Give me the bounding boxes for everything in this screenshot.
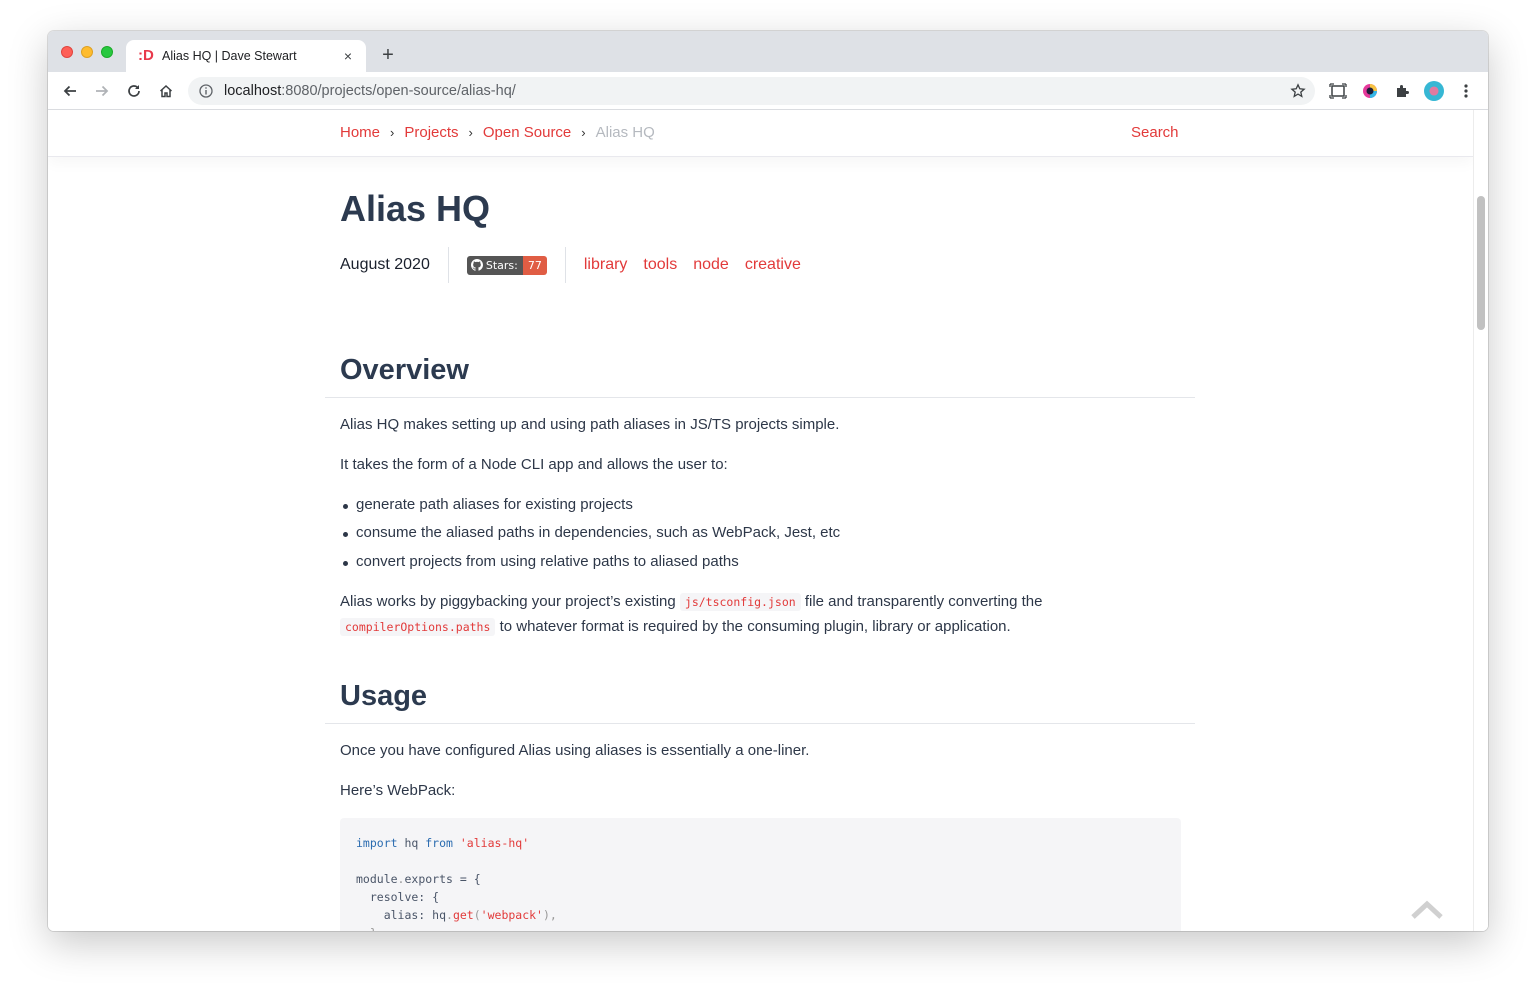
profile-avatar-icon[interactable] <box>1424 81 1444 101</box>
browser-tab[interactable]: :D Alias HQ | Dave Stewart × <box>126 40 366 72</box>
divider <box>325 397 1195 398</box>
list-item: convert projects from using relative pat… <box>343 553 739 570</box>
paragraph: compilerOptions.paths to whatever format… <box>340 618 1011 636</box>
paragraph: Alias HQ makes setting up and using path… <box>340 416 840 433</box>
code-block: import hq from 'alias-hq' module.exports… <box>340 818 1181 931</box>
badge-label: Stars: <box>466 255 523 275</box>
browser-menu-icon[interactable] <box>1456 81 1476 101</box>
tag-link[interactable]: library <box>584 256 628 274</box>
chevron-right-icon: › <box>581 125 586 140</box>
browser-toolbar: localhost:8080/projects/open-source/alia… <box>48 72 1488 110</box>
inline-code: js/tsconfig.json <box>679 593 801 611</box>
site-info-icon[interactable] <box>198 83 214 99</box>
maximize-window-button[interactable] <box>101 46 113 58</box>
overview-heading: Overview <box>340 354 469 386</box>
search-link[interactable]: Search <box>1131 124 1179 141</box>
inline-code: compilerOptions.paths <box>340 618 496 636</box>
chevron-right-icon: › <box>390 125 395 140</box>
breadcrumb-projects[interactable]: Projects <box>404 124 458 141</box>
chevron-right-icon: › <box>468 125 473 140</box>
badge-count: 77 <box>522 255 547 275</box>
github-icon <box>470 259 483 271</box>
paragraph: Once you have configured Alias using ali… <box>340 742 810 759</box>
home-icon[interactable] <box>156 81 176 101</box>
bookmark-star-icon[interactable] <box>1290 83 1306 99</box>
paragraph: It takes the form of a Node CLI app and … <box>340 456 728 473</box>
tab-title: Alias HQ | Dave Stewart <box>162 49 297 63</box>
tag-list: library tools node creative <box>566 256 801 274</box>
color-extension-icon[interactable] <box>1360 81 1380 101</box>
breadcrumb-home[interactable]: Home <box>340 124 380 141</box>
new-tab-button[interactable]: + <box>378 45 398 65</box>
site-favicon-icon: :D <box>138 47 154 64</box>
minimize-window-button[interactable] <box>81 46 93 58</box>
page-title: Alias HQ <box>340 188 491 229</box>
close-window-button[interactable] <box>61 46 73 58</box>
breadcrumb: Home › Projects › Open Source › Alias HQ <box>340 124 655 141</box>
reload-icon[interactable] <box>124 81 144 101</box>
tag-link[interactable]: tools <box>643 256 677 274</box>
github-stars-badge[interactable]: Stars: 77 <box>449 247 566 283</box>
extensions-puzzle-icon[interactable] <box>1392 81 1412 101</box>
tab-close-icon[interactable]: × <box>340 48 356 64</box>
breadcrumb-open-source[interactable]: Open Source <box>483 124 571 141</box>
scrollbar-thumb[interactable] <box>1477 196 1485 330</box>
address-bar[interactable]: localhost:8080/projects/open-source/alia… <box>188 77 1315 105</box>
tag-link[interactable]: node <box>693 256 729 274</box>
page-scrollbar[interactable] <box>1473 110 1488 931</box>
back-arrow-icon[interactable] <box>60 81 80 101</box>
breadcrumb-current: Alias HQ <box>595 124 655 141</box>
list-item: generate path aliases for existing proje… <box>343 496 633 513</box>
project-meta: August 2020 Stars: 77 library tools node… <box>340 247 801 283</box>
screen-capture-icon[interactable] <box>1328 81 1348 101</box>
tag-link[interactable]: creative <box>745 256 801 274</box>
forward-arrow-icon[interactable] <box>92 81 112 101</box>
paragraph: Alias works by piggybacking your project… <box>340 593 1043 611</box>
divider <box>325 723 1195 724</box>
url-text: localhost:8080/projects/open-source/alia… <box>224 83 516 99</box>
paragraph: Here’s WebPack: <box>340 782 456 799</box>
page-viewport: Home › Projects › Open Source › Alias HQ… <box>48 110 1488 931</box>
title-bar: :D Alias HQ | Dave Stewart × + <box>48 31 1488 72</box>
list-item: consume the aliased paths in dependencie… <box>342 524 841 541</box>
site-header: Home › Projects › Open Source › Alias HQ… <box>48 110 1473 157</box>
usage-heading: Usage <box>340 680 428 712</box>
browser-window: :D Alias HQ | Dave Stewart × + localhost… <box>48 31 1488 931</box>
scroll-to-top-chevron-icon[interactable] <box>1410 900 1444 920</box>
project-date: August 2020 <box>340 247 449 283</box>
